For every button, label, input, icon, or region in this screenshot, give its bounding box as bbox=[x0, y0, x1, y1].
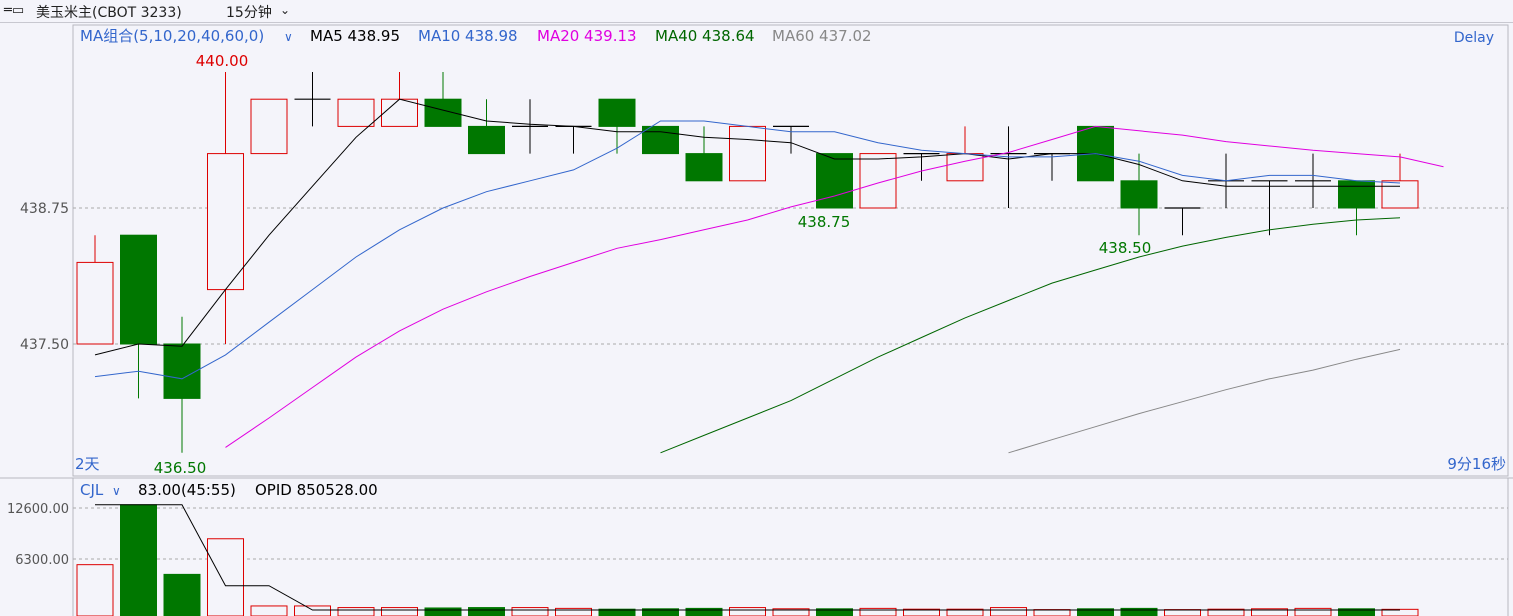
volume-indicator-selector[interactable]: CJL bbox=[80, 481, 104, 499]
candle-body bbox=[250, 98, 288, 155]
opid-value: OPID 850528.00 bbox=[255, 481, 378, 499]
volume-bar bbox=[163, 573, 201, 616]
volume-bar bbox=[1033, 609, 1071, 616]
volume-bar bbox=[1164, 609, 1201, 616]
volume-bar bbox=[250, 605, 288, 616]
candle-body bbox=[859, 153, 897, 209]
volume-bar bbox=[381, 607, 418, 616]
indicator-selector[interactable]: MA组合(5,10,20,40,60,0) bbox=[80, 27, 264, 45]
volume-value: 83.00(45:55) bbox=[138, 481, 236, 499]
high-price-label: 440.00 bbox=[196, 52, 249, 70]
candle-body bbox=[685, 153, 723, 182]
candlestick-chart[interactable]: 438.75 437.50 12600.00 6300.00 440.00 438.75 4… bbox=[0, 0, 1513, 616]
candle-body bbox=[1338, 180, 1375, 209]
volume-tick-label: 12600.00 bbox=[7, 502, 69, 517]
candle-body bbox=[163, 343, 201, 399]
volume-bar bbox=[294, 605, 331, 616]
candle-body bbox=[76, 261, 114, 345]
delay-label: Delay bbox=[1454, 30, 1494, 46]
low-price-label: 438.75 bbox=[798, 213, 851, 231]
volume-bar bbox=[337, 607, 375, 616]
candle-body bbox=[207, 153, 244, 291]
volume-bar bbox=[424, 607, 462, 616]
price-panel-frame bbox=[72, 24, 1509, 477]
chevron-down-icon: ∨ bbox=[284, 30, 293, 44]
ma-value-1: MA10 438.98 bbox=[418, 27, 518, 45]
volume-bar bbox=[729, 607, 766, 616]
volume-tick-label: 6300.00 bbox=[15, 553, 69, 568]
candle-body bbox=[381, 98, 418, 127]
time-span-label: 2天 bbox=[75, 455, 100, 473]
ma-value-2: MA20 439.13 bbox=[537, 27, 637, 45]
candle-body bbox=[337, 98, 375, 127]
candle-body bbox=[468, 125, 505, 155]
ma-value-0: MA5 438.95 bbox=[310, 27, 400, 45]
volume-bar bbox=[511, 607, 549, 616]
volume-bar bbox=[468, 607, 505, 616]
volume-bar bbox=[207, 538, 244, 616]
candle-body bbox=[1120, 180, 1158, 209]
volume-average-line bbox=[95, 504, 1400, 611]
ma-value-4: MA60 437.02 bbox=[772, 27, 872, 45]
ma-line-ma60 bbox=[1008, 348, 1401, 454]
volume-bar bbox=[120, 504, 157, 616]
price-tick-label: 438.75 bbox=[20, 201, 69, 217]
countdown-label: 9分16秒 bbox=[1447, 455, 1506, 473]
volume-bar bbox=[990, 607, 1027, 616]
candle-body bbox=[120, 234, 157, 345]
candle-body bbox=[946, 153, 984, 182]
candle-body bbox=[1381, 180, 1419, 209]
volume-bar bbox=[76, 564, 114, 616]
low-price-label: 438.50 bbox=[1099, 239, 1152, 257]
candle-body bbox=[729, 125, 766, 182]
candle-body bbox=[816, 153, 853, 209]
price-tick-label: 437.50 bbox=[20, 337, 69, 353]
candle-body bbox=[642, 125, 679, 155]
ma-line-ma40 bbox=[660, 217, 1401, 454]
ma-value-3: MA40 438.64 bbox=[655, 27, 755, 45]
candle-body bbox=[598, 98, 636, 127]
low-price-label: 436.50 bbox=[154, 459, 207, 477]
chevron-down-icon: ∨ bbox=[112, 484, 121, 498]
